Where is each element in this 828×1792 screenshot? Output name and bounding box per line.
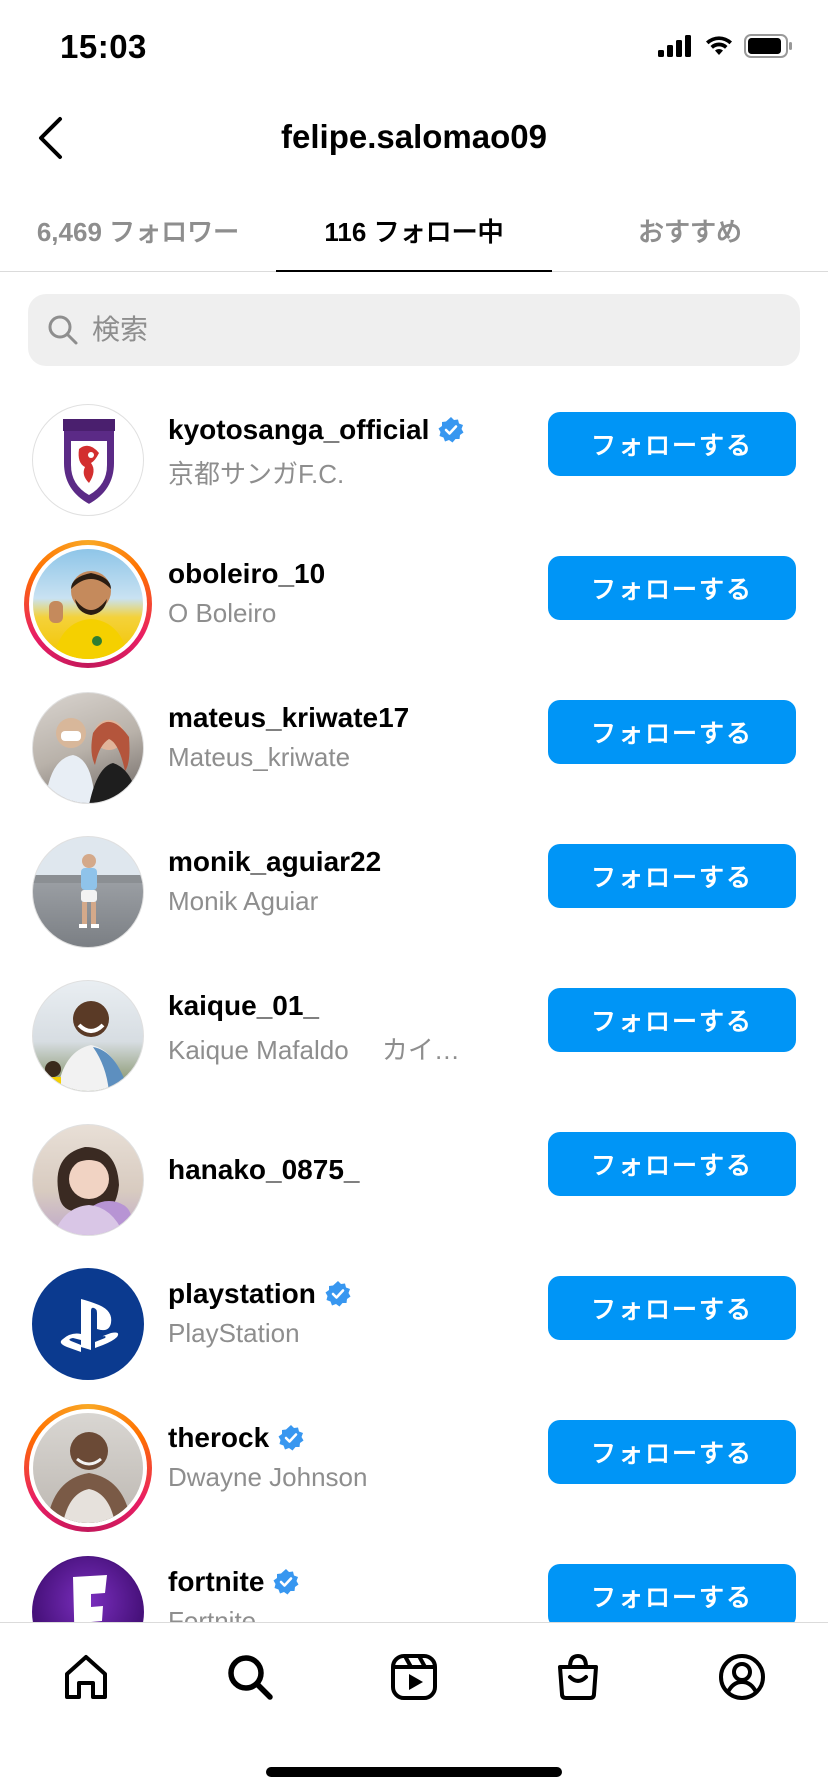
username[interactable]: fortnite [168, 1566, 264, 1598]
user-names: kyotosanga_official 京都サンガF.C. [168, 410, 528, 491]
avatar[interactable] [24, 396, 152, 524]
tab-bar: 6,469 フォロワー 116 フォロー中 おすすめ [0, 190, 828, 272]
battery-icon [744, 34, 792, 58]
nav-profile[interactable] [712, 1647, 772, 1707]
avatar[interactable] [24, 828, 152, 956]
user-names: fortnite Fortnite [168, 1562, 528, 1622]
list-item[interactable]: playstation PlayStation フォローする [0, 1244, 828, 1388]
kyoto-sanga-crest-icon [62, 418, 116, 507]
search-bar[interactable] [28, 294, 800, 366]
tab-suggested[interactable]: おすすめ [552, 190, 828, 271]
full-name: Fortnite [168, 1606, 257, 1622]
status-time: 15:03 [60, 28, 147, 65]
list-item[interactable]: kaique_01_ Kaique Mafaldo カイ… フォローする [0, 956, 828, 1100]
follow-button[interactable]: フォローする [548, 988, 796, 1052]
user-photo [45, 718, 139, 803]
user-names: therock Dwayne Johnson [168, 1418, 528, 1493]
user-names: mateus_kriwate17 Mateus_kriwate [168, 698, 528, 773]
full-name: Kaique Mafaldo カイ… [168, 1035, 460, 1065]
nav-shop[interactable] [548, 1647, 608, 1707]
user-photo [33, 854, 143, 928]
avatar[interactable] [24, 1548, 152, 1622]
page-title: felipe.salomao09 [281, 118, 547, 155]
home-indicator[interactable] [266, 1767, 562, 1777]
following-list: kyotosanga_official 京都サンガF.C. フォローする obo… [0, 380, 828, 1622]
full-name: 京都サンガF.C. [168, 459, 345, 489]
verified-badge-icon [325, 1281, 351, 1307]
user-names: playstation PlayStation [168, 1274, 528, 1349]
full-name: O Boleiro [168, 598, 277, 628]
user-names: hanako_0875_ [168, 1150, 528, 1190]
username[interactable]: kaique_01_ [168, 990, 319, 1022]
avatar[interactable] [24, 684, 152, 812]
home-icon [65, 1655, 107, 1699]
verified-badge-icon [278, 1425, 304, 1451]
tab-followers[interactable]: 6,469 フォロワー [0, 190, 276, 271]
nav-search[interactable] [220, 1647, 280, 1707]
shopping-bag-icon [558, 1653, 598, 1700]
user-names: oboleiro_10 O Boleiro [168, 554, 528, 629]
user-photo [47, 1432, 131, 1523]
follow-button[interactable]: フォローする [548, 1276, 796, 1340]
playstation-logo-icon [60, 1299, 119, 1352]
follow-button[interactable]: フォローする [548, 1564, 796, 1622]
username[interactable]: hanako_0875_ [168, 1154, 359, 1186]
avatar[interactable] [24, 1116, 152, 1244]
username[interactable]: kyotosanga_official [168, 414, 429, 446]
follow-button[interactable]: フォローする [548, 1420, 796, 1484]
username[interactable]: monik_aguiar22 [168, 846, 381, 878]
follow-button[interactable]: フォローする [548, 1132, 796, 1196]
nav-reels[interactable] [384, 1647, 444, 1707]
reels-icon [391, 1654, 437, 1700]
verified-badge-icon [438, 417, 464, 443]
username[interactable]: oboleiro_10 [168, 558, 325, 590]
fortnite-logo-icon [73, 1575, 107, 1622]
follow-button[interactable]: フォローする [548, 844, 796, 908]
user-photo [45, 1001, 129, 1091]
list-item[interactable]: kyotosanga_official 京都サンガF.C. フォローする [0, 380, 828, 524]
list-item[interactable]: fortnite Fortnite フォローする [0, 1532, 828, 1622]
bottom-nav [0, 1622, 828, 1792]
list-item[interactable]: mateus_kriwate17 Mateus_kriwate フォローする [0, 668, 828, 812]
full-name: Dwayne Johnson [168, 1462, 368, 1492]
list-item[interactable]: monik_aguiar22 Monik Aguiar フォローする [0, 812, 828, 956]
search-input[interactable] [92, 314, 752, 346]
profile-icon [719, 1654, 765, 1700]
follow-button[interactable]: フォローする [548, 700, 796, 764]
user-photo [49, 571, 129, 659]
search-icon [228, 1655, 273, 1700]
status-icons [658, 34, 794, 58]
username[interactable]: mateus_kriwate17 [168, 702, 409, 734]
follow-button[interactable]: フォローする [548, 412, 796, 476]
status-bar: 15:03 [0, 0, 828, 100]
cellular-signal-icon [658, 35, 691, 57]
avatar[interactable] [24, 540, 152, 668]
wifi-icon [706, 36, 732, 55]
avatar[interactable] [24, 972, 152, 1100]
verified-badge-icon [273, 1569, 299, 1595]
avatar[interactable] [24, 1404, 152, 1532]
nav-home[interactable] [56, 1647, 116, 1707]
full-name: Monik Aguiar [168, 886, 319, 916]
follow-button[interactable]: フォローする [548, 556, 796, 620]
list-item[interactable]: oboleiro_10 O Boleiro フォローする [0, 524, 828, 668]
username[interactable]: therock [168, 1422, 269, 1454]
header: felipe.salomao09 [0, 100, 828, 180]
full-name: PlayStation [168, 1318, 300, 1348]
search-icon [48, 315, 78, 345]
user-photo [53, 1147, 131, 1235]
list-item[interactable]: hanako_0875_ フォローする [0, 1100, 828, 1244]
tab-following[interactable]: 116 フォロー中 [276, 190, 552, 272]
list-item[interactable]: therock Dwayne Johnson フォローする [0, 1388, 828, 1532]
avatar[interactable] [24, 1260, 152, 1388]
username[interactable]: playstation [168, 1278, 316, 1310]
full-name: Mateus_kriwate [168, 742, 351, 772]
user-names: kaique_01_ Kaique Mafaldo カイ… [168, 986, 528, 1067]
user-names: monik_aguiar22 Monik Aguiar [168, 842, 528, 917]
